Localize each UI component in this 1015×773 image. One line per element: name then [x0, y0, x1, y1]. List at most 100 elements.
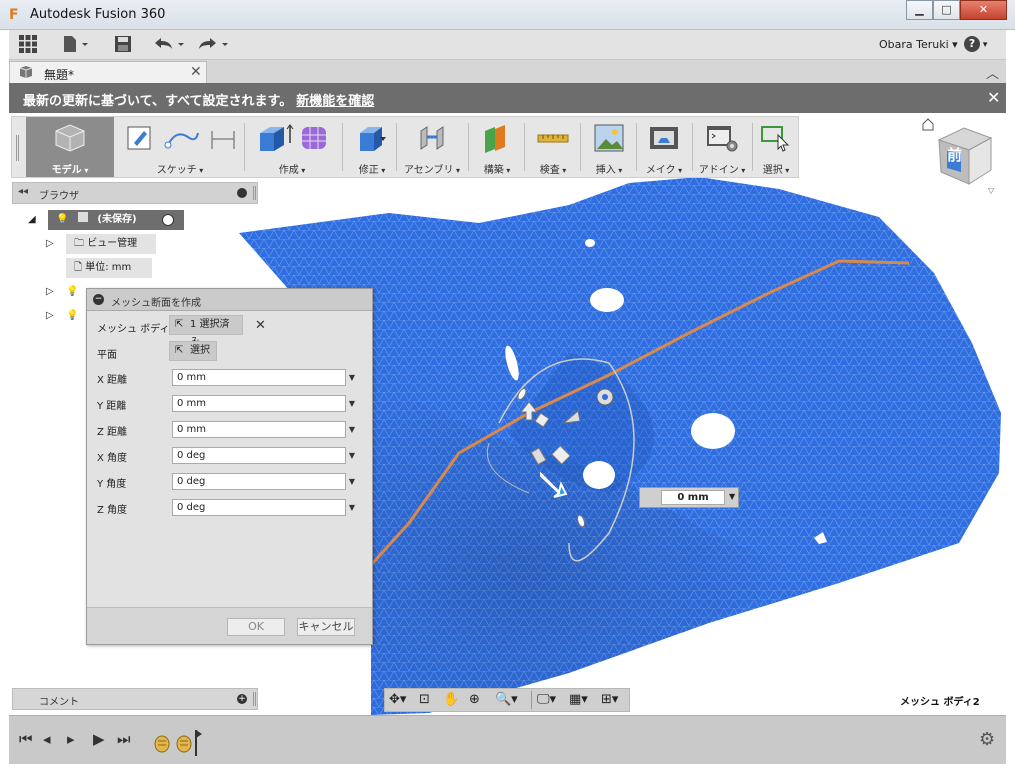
ribbon-separator [692, 123, 693, 171]
close-tab-icon[interactable]: ✕ [190, 64, 202, 80]
maximize-button[interactable]: □ [933, 0, 960, 20]
y-angle-dropdown-icon[interactable]: ▼ [346, 473, 358, 490]
clear-selection-icon[interactable]: ✕ [255, 318, 266, 333]
viewports-icon[interactable]: ⊞▾ [601, 692, 618, 707]
y-distance-dropdown-icon[interactable]: ▼ [346, 395, 358, 412]
browser-root-row[interactable]: ◢ 💡 (未保存) [28, 210, 228, 230]
grid-settings-icon[interactable]: ▦▾ [569, 692, 588, 707]
z-angle-input[interactable]: 0 deg [172, 499, 346, 516]
workspace-label: モデル [26, 161, 114, 176]
ribbon-inspect-group[interactable]: 検査 [528, 117, 578, 177]
expand-triangle-icon[interactable]: ▷ [46, 306, 54, 326]
visibility-bulb-icon[interactable]: 💡 [66, 282, 78, 302]
ok-button[interactable]: OK [227, 618, 285, 636]
y-distance-input[interactable]: 0 mm [172, 395, 346, 412]
browser-bodies-row[interactable]: ▷ 💡 [46, 282, 86, 302]
display-settings-icon[interactable]: 🖵▾ [537, 692, 556, 707]
timeline-settings-gear-icon[interactable]: ⚙ [979, 729, 995, 750]
data-panel-grid-icon[interactable] [17, 35, 39, 55]
workspace-model-button[interactable]: モデル [26, 117, 114, 177]
plane-selection[interactable]: ⇱ 選択 [169, 341, 217, 361]
browser-panel-header[interactable]: ◂◂ ブラウザ [12, 182, 258, 204]
file-menu-icon[interactable] [61, 35, 91, 55]
whats-new-link[interactable]: 新機能を確認 [296, 94, 374, 109]
x-angle-dropdown-icon[interactable]: ▼ [346, 447, 358, 464]
minimize-button[interactable]: ▁ [906, 0, 933, 20]
nav-separator [531, 691, 532, 709]
undo-icon[interactable] [153, 35, 187, 55]
browser-units-row[interactable]: 🗋 単位: mm [66, 258, 266, 278]
ribbon-construct-group[interactable]: 構築 [472, 117, 522, 177]
ribbon-select-group[interactable]: 選択 [754, 117, 798, 177]
mesh-body-selection[interactable]: ⇱ 1 選択済み [169, 315, 243, 348]
collapse-dialog-icon[interactable]: − [93, 294, 104, 305]
look-at-icon[interactable]: ⊡ [419, 692, 430, 707]
y-angle-label: Y 角度 [97, 479, 127, 490]
ribbon-sketch-group[interactable]: スケッチ [120, 117, 240, 177]
play-icon[interactable]: ▶ [93, 730, 105, 748]
go-to-end-icon[interactable]: ⏭ [117, 730, 131, 748]
ribbon-insert-group[interactable]: 挿入 [584, 117, 634, 177]
z-angle-dropdown-icon[interactable]: ▼ [346, 499, 358, 516]
expand-triangle-icon[interactable]: ▷ [46, 282, 54, 302]
zoom-icon[interactable]: ⊕ [469, 692, 480, 707]
mesh-body-name-label: メッシュ ボディ2 [900, 697, 980, 708]
ribbon-addin-group[interactable]: アドイン [694, 117, 750, 177]
notification-message: 最新の更新に基づいて、すべて設定されます。 [23, 94, 293, 109]
cancel-button[interactable]: キャンセル [297, 618, 355, 636]
ribbon-separator [524, 123, 525, 171]
ribbon-assembly-group[interactable]: アセンブリ [400, 117, 464, 177]
visibility-bulb-icon[interactable]: 💡 [56, 214, 68, 225]
create-label: 作成 [250, 161, 334, 176]
close-window-button[interactable]: ✕ [960, 0, 1007, 20]
panel-grip[interactable] [253, 186, 256, 200]
ribbon-modify-group[interactable]: 修正 [346, 117, 398, 177]
z-distance-dropdown-icon[interactable]: ▼ [346, 421, 358, 438]
comments-panel-header[interactable]: コメント + [12, 688, 258, 710]
visibility-bulb-icon[interactable]: 💡 [66, 306, 78, 326]
select-arrow-icon [760, 123, 792, 160]
addin-label: アドイン [694, 161, 750, 176]
z-distance-input[interactable]: 0 mm [172, 421, 346, 438]
orbit-icon[interactable]: ✥▾ [389, 692, 406, 707]
document-settings-icon: 🗋 [74, 262, 83, 273]
play-reverse-icon[interactable]: ▸ [67, 730, 75, 748]
viewcube[interactable]: 前 [929, 120, 999, 196]
pan-hand-icon[interactable]: ✋ [443, 692, 459, 707]
user-account-menu[interactable]: Obara Teruki ▾ [879, 38, 958, 51]
x-distance-input[interactable]: 0 mm [172, 369, 346, 386]
collapse-chevron-up-icon[interactable]: ︿ [986, 63, 999, 82]
redo-icon[interactable] [197, 35, 231, 55]
save-icon[interactable] [113, 35, 133, 55]
collapse-triangle-icon[interactable]: ◢ [28, 210, 36, 230]
activate-radio-icon[interactable] [162, 214, 174, 226]
timeline-feature-icon[interactable] [153, 728, 203, 761]
x-angle-input[interactable]: 0 deg [172, 447, 346, 464]
fit-zoom-icon[interactable]: 🔍▾ [495, 692, 518, 707]
viewcube-menu-icon[interactable]: ▽ [988, 186, 994, 195]
minimize-panel-icon[interactable] [237, 188, 247, 198]
add-comment-icon[interactable]: + [237, 694, 247, 704]
ribbon-make-group[interactable]: メイク [638, 117, 690, 177]
browser-views-row[interactable]: ▷ 🗀 ビュー管理 [46, 234, 246, 254]
browser-meshes-row[interactable]: ▷ 💡 [46, 306, 86, 326]
ribbon-separator [580, 123, 581, 171]
panel-grip[interactable] [253, 692, 256, 706]
expand-triangle-icon[interactable]: ▷ [46, 234, 54, 254]
close-notification-icon[interactable]: ✕ [987, 88, 1000, 107]
go-to-start-icon[interactable]: ⏮ [19, 730, 33, 748]
dialog-header[interactable]: − メッシュ断面を作成 [87, 289, 372, 311]
ribbon-create-group[interactable]: 作成 [250, 117, 334, 177]
ribbon-grip[interactable] [16, 135, 19, 161]
collapse-panel-icon[interactable]: ◂◂ [18, 186, 28, 197]
browser-title: ブラウザ [39, 191, 79, 202]
document-tab[interactable]: 無題* ✕ [9, 61, 207, 83]
x-distance-dropdown-icon[interactable]: ▼ [346, 369, 358, 386]
floating-dropdown-icon[interactable]: ▼ [729, 492, 735, 501]
construct-plane-icon [481, 123, 513, 160]
y-angle-input[interactable]: 0 deg [172, 473, 346, 490]
help-button[interactable]: ? ▾ [964, 36, 994, 54]
model-cube-icon [50, 123, 90, 160]
step-back-icon[interactable]: ◂ [43, 730, 51, 748]
floating-distance-field[interactable]: 0 mm [661, 490, 725, 505]
